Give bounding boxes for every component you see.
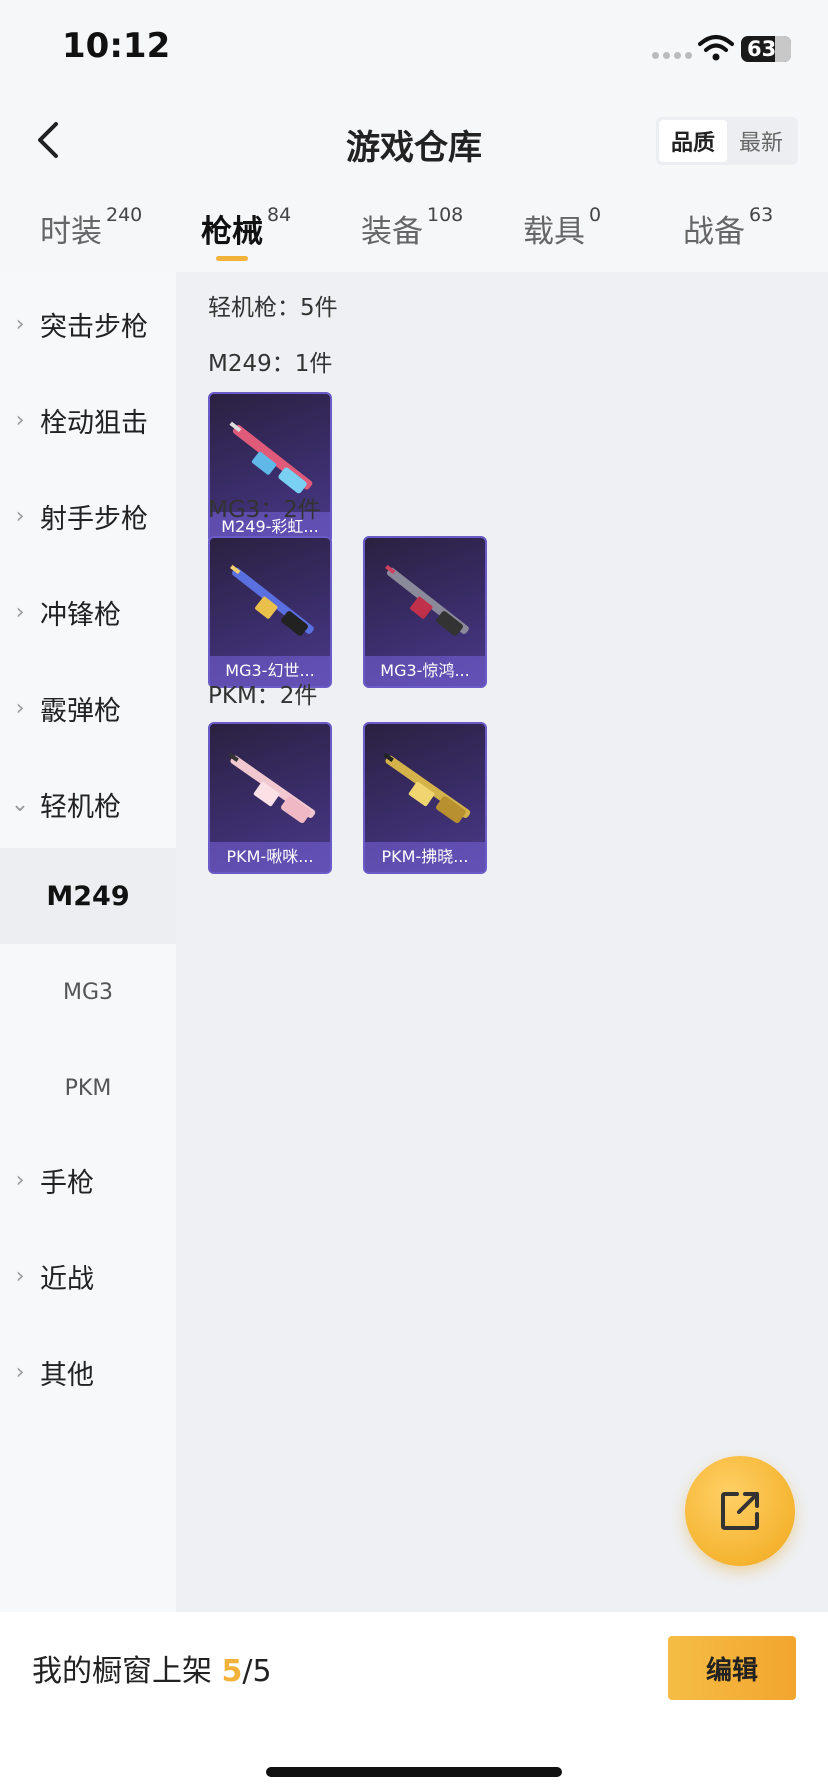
sidebar-item-other[interactable]: › 其他 [0, 1324, 176, 1420]
sidebar-item-label: 霰弹枪 [40, 695, 121, 727]
chevron-right-icon: › [15, 503, 25, 529]
header: 游戏仓库 品质 最新 [0, 100, 828, 180]
tab-equipment[interactable]: 装备 108 [361, 204, 464, 251]
tab-count: 84 [267, 204, 292, 226]
sort-quality[interactable]: 品质 [659, 120, 727, 162]
content-panel: 轻机枪：5件 M249：1件 M249-彩虹... MG3：2件 MG3-幻世.… [176, 272, 828, 1612]
item-card[interactable]: PKM-啾咪... [208, 722, 332, 874]
share-button[interactable] [685, 1456, 795, 1566]
tab-supplies[interactable]: 战备 63 [683, 204, 774, 251]
item-name: MG3-惊鸿... [365, 656, 485, 686]
item-name: PKM-啾咪... [210, 842, 330, 872]
sidebar: › 突击步枪 › 栓动狙击 › 射手步枪 › 冲锋枪 › 霰弹枪 ⌄ 轻机枪 M… [0, 272, 176, 1612]
chevron-right-icon: › [15, 311, 25, 337]
showcase-label: 我的橱窗上架 [32, 1654, 212, 1689]
sidebar-item-label: 射手步枪 [40, 503, 148, 535]
item-card[interactable]: PKM-拂晓... [363, 722, 487, 874]
item-name: PKM-拂晓... [365, 842, 485, 872]
tab-count: 0 [589, 204, 602, 226]
group-label-pkm: PKM：2件 [208, 683, 318, 709]
item-card[interactable]: MG3-幻世... [208, 536, 332, 688]
signal-icon [652, 52, 692, 59]
sidebar-sub-mg3[interactable]: MG3 [0, 944, 176, 1040]
showcase-status: 我的橱窗上架 5/5 [32, 1646, 272, 1690]
battery-level: 63 [747, 37, 777, 61]
tab-vehicles[interactable]: 载具 0 [523, 204, 602, 251]
chevron-right-icon: › [15, 1167, 25, 1193]
sidebar-item-pistol[interactable]: › 手枪 [0, 1132, 176, 1228]
sidebar-item-melee[interactable]: › 近战 [0, 1228, 176, 1324]
chevron-right-icon: › [15, 599, 25, 625]
tab-count: 108 [427, 204, 464, 226]
group-label-m249: M249：1件 [208, 351, 333, 377]
chevron-right-icon: › [15, 407, 25, 433]
tab-count: 63 [749, 204, 774, 226]
gun-icon [383, 752, 471, 824]
category-tabs: 时装 240 枪械 84 装备 108 载具 0 战备 63 [0, 198, 828, 268]
tab-label: 枪械 [201, 214, 263, 250]
item-card[interactable]: MG3-惊鸿... [363, 536, 487, 688]
tab-label: 载具 [523, 214, 585, 250]
gun-icon [385, 564, 469, 636]
showcase-total: /5 [242, 1654, 272, 1689]
showcase-current: 5 [221, 1654, 243, 1689]
sidebar-sub-pkm[interactable]: PKM [0, 1040, 176, 1136]
sidebar-item-label: 冲锋枪 [40, 599, 121, 631]
sidebar-item-label: 其他 [40, 1359, 94, 1391]
chevron-right-icon: › [15, 1263, 25, 1289]
sort-newest[interactable]: 最新 [727, 120, 795, 162]
sidebar-item-assault-rifle[interactable]: › 突击步枪 [0, 276, 176, 372]
tab-label: 战备 [683, 214, 745, 250]
chevron-right-icon: › [15, 695, 25, 721]
sidebar-item-marksman-rifle[interactable]: › 射手步枪 [0, 468, 176, 564]
group-label-mg3: MG3：2件 [208, 497, 321, 523]
tab-count: 240 [106, 204, 143, 226]
active-tab-indicator [216, 256, 248, 261]
sidebar-item-label: 轻机枪 [40, 791, 121, 823]
battery-icon: 63 [741, 36, 791, 62]
sidebar-item-label: 手枪 [40, 1167, 94, 1199]
chevron-down-icon: ⌄ [10, 791, 30, 817]
tab-label: 装备 [361, 214, 423, 250]
sidebar-item-label: 栓动狙击 [40, 407, 148, 439]
tab-guns[interactable]: 枪械 84 [201, 204, 292, 251]
sidebar-item-bolt-sniper[interactable]: › 栓动狙击 [0, 372, 176, 468]
sidebar-sub-m249[interactable]: M249 [0, 848, 176, 944]
share-icon [721, 1492, 759, 1530]
gun-icon [228, 752, 316, 824]
status-bar: 10:12 63 [0, 0, 828, 100]
tab-fashion[interactable]: 时装 240 [40, 204, 143, 251]
chevron-right-icon: › [15, 1359, 25, 1385]
sidebar-item-shotgun[interactable]: › 霰弹枪 [0, 660, 176, 756]
tab-label: 时装 [40, 214, 102, 250]
status-time: 10:12 [62, 26, 171, 66]
gun-icon [230, 564, 314, 636]
sidebar-item-label: 突击步枪 [40, 311, 148, 343]
sidebar-item-lmg[interactable]: ⌄ 轻机枪 [0, 756, 176, 852]
sidebar-item-smg[interactable]: › 冲锋枪 [0, 564, 176, 660]
bottom-bar: 我的橱窗上架 5/5 编辑 [0, 1612, 828, 1792]
wifi-icon [698, 35, 734, 61]
home-indicator[interactable] [266, 1767, 562, 1777]
sidebar-item-label: 近战 [40, 1263, 94, 1295]
sort-toggle: 品质 最新 [656, 117, 798, 165]
category-count-label: 轻机枪：5件 [208, 295, 338, 321]
edit-button[interactable]: 编辑 [668, 1636, 796, 1700]
